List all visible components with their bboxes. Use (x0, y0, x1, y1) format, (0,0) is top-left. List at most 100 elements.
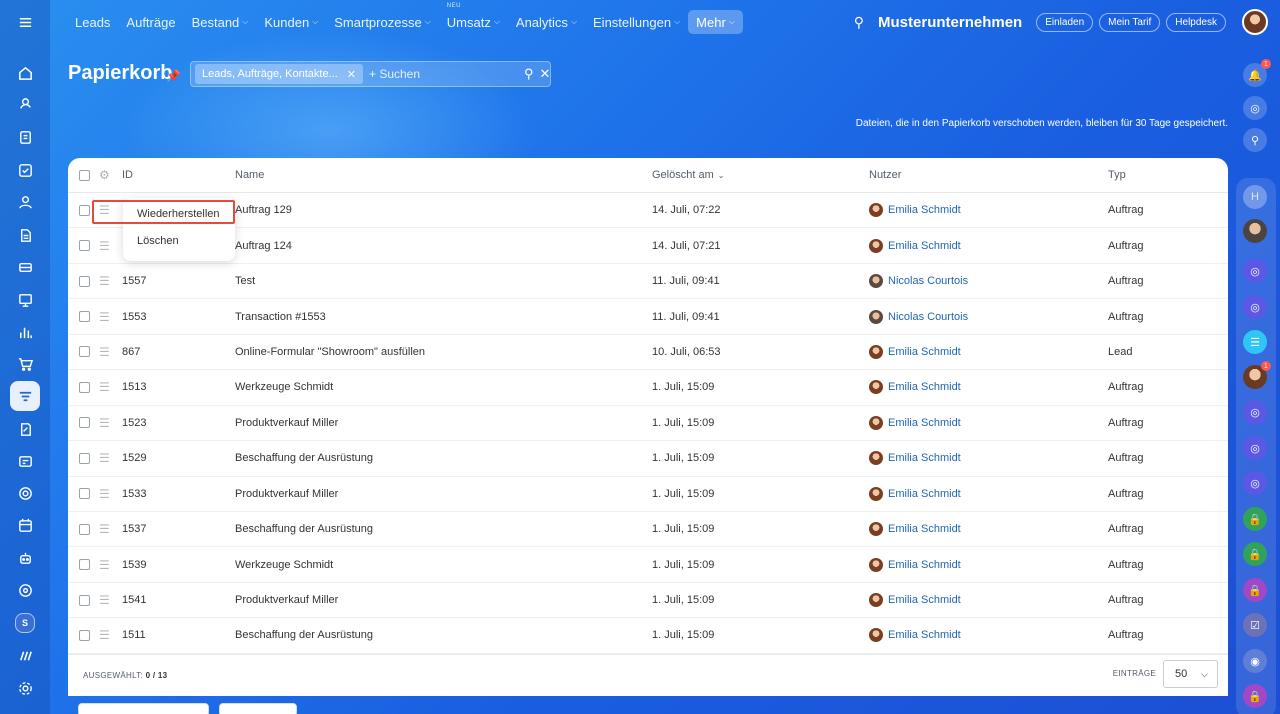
menu-icon[interactable] (10, 7, 40, 37)
row-checkbox[interactable] (79, 559, 90, 571)
lock-icon[interactable]: 🔒 (1243, 684, 1267, 708)
nav-item-smartprozesse[interactable]: Smartprozesse ⌵ (326, 10, 439, 34)
lock-icon[interactable]: 🔒 (1243, 578, 1267, 602)
restore-menu-item[interactable]: Wiederherstellen (137, 208, 220, 220)
search-icon[interactable]: ⚲ (524, 66, 534, 82)
cell-user-link[interactable]: Emilia Schmidt (888, 417, 961, 429)
row-checkbox[interactable] (79, 311, 90, 323)
header-id[interactable]: ID (122, 158, 133, 192)
inventory-icon[interactable] (10, 252, 40, 282)
notification-bell-icon[interactable]: 🔔 1 (1243, 59, 1271, 87)
chip-close-icon[interactable]: ✕ (347, 68, 356, 81)
row-menu-icon[interactable]: ☰ (99, 558, 110, 572)
task-icon[interactable] (10, 155, 40, 185)
row-menu-icon[interactable]: ☰ (99, 239, 110, 253)
row-menu-icon[interactable]: ☰ (99, 310, 110, 324)
row-checkbox[interactable] (79, 488, 90, 500)
cell-user-link[interactable]: Emilia Schmidt (888, 381, 961, 393)
row-menu-icon[interactable]: ☰ (99, 487, 110, 501)
clear-icon[interactable]: ✕ (540, 66, 551, 82)
row-menu-icon[interactable]: ☰ (99, 451, 110, 465)
header-deleted-at[interactable]: Gelöscht am ⌄ (652, 158, 724, 192)
cell-user-link[interactable]: Emilia Schmidt (888, 346, 961, 358)
table-row[interactable]: ☰ 1533 Produktverkauf Miller 1. Juli, 15:09… (68, 477, 1228, 512)
leads-icon[interactable] (10, 90, 40, 120)
table-row[interactable]: ☰ 1511 Beschaffung der Ausrüstung 1. Juli, … (68, 618, 1228, 654)
search-filter-box[interactable]: Leads, Aufträge, Kontakte... ✕ ⚲ ✕ (190, 61, 551, 87)
table-row[interactable]: ☰ 1523 Produktverkauf Miller 1. Juli, 15:09… (68, 406, 1228, 442)
cart-icon[interactable] (10, 349, 40, 379)
table-row[interactable]: ☰ 1513 Werkzeuge Schmidt 1. Juli, 15:09 Emil… (68, 370, 1228, 406)
nav-item-analytics[interactable]: Analytics ⌵ (508, 10, 585, 34)
bot-icon[interactable]: ◉ (1243, 649, 1267, 673)
chat-search-icon[interactable]: ⚲ (1243, 128, 1267, 152)
nav-item-bestand[interactable]: Bestand ⌵ (184, 10, 257, 34)
nav-item-umsatz[interactable]: NEU Umsatz ⌵ (439, 3, 508, 34)
analytics-icon[interactable] (10, 317, 40, 347)
cell-user-link[interactable]: Emilia Schmidt (888, 523, 961, 535)
activity-icon[interactable]: ◎ (1243, 96, 1267, 120)
cell-user-link[interactable]: Nicolas Courtois (888, 311, 968, 323)
row-checkbox[interactable] (79, 240, 90, 252)
row-checkbox[interactable] (79, 204, 90, 216)
cell-user-link[interactable]: Emilia Schmidt (888, 204, 961, 216)
row-checkbox[interactable] (79, 417, 90, 429)
row-menu-icon[interactable]: ☰ (99, 203, 110, 217)
contacts-icon[interactable] (10, 187, 40, 217)
row-menu-icon[interactable]: ☰ (99, 628, 110, 642)
table-row[interactable]: ☰ 867 Online-Formular "Showroom" ausfüllen… (68, 335, 1228, 371)
header-type[interactable]: Typ (1108, 158, 1126, 192)
apps-icon[interactable] (10, 640, 40, 670)
helpdesk-button[interactable]: Helpdesk (1166, 12, 1226, 32)
chat-group-icon[interactable]: ◎ (1243, 471, 1267, 495)
document-icon[interactable] (10, 122, 40, 152)
company-name[interactable]: Musterunternehmen (878, 14, 1022, 31)
nav-item-mehr[interactable]: Mehr ⌵ (688, 10, 743, 34)
row-checkbox[interactable] (79, 452, 90, 464)
row-menu-icon[interactable]: ☰ (99, 522, 110, 536)
row-menu-icon[interactable]: ☰ (99, 274, 110, 288)
table-row[interactable]: ☰ 1557 Test 11. Juli, 09:41 Nicolas Courtois… (68, 264, 1228, 300)
bottom-action-button[interactable] (219, 703, 297, 714)
calendar-icon[interactable] (10, 510, 40, 540)
message-icon[interactable]: ☰ (1243, 330, 1267, 354)
support-icon[interactable] (10, 478, 40, 508)
cell-user-link[interactable]: Emilia Schmidt (888, 488, 961, 500)
chat-group-icon[interactable]: ◎ (1243, 259, 1267, 283)
user-avatar[interactable] (1242, 9, 1268, 35)
nav-item-einstellungen[interactable]: Einstellungen ⌵ (585, 10, 688, 34)
cell-user-link[interactable]: Emilia Schmidt (888, 559, 961, 571)
chat-group-icon[interactable]: ◎ (1243, 295, 1267, 319)
header-user[interactable]: Nutzer (869, 158, 901, 192)
row-menu-icon[interactable]: ☰ (99, 380, 110, 394)
search-icon[interactable]: ⚲ (854, 14, 864, 31)
lock-icon[interactable]: 🔒 (1243, 507, 1267, 531)
row-checkbox[interactable] (79, 523, 90, 535)
table-row[interactable]: ☰ 1541 Produktverkauf Miller 1. Juli, 15:09… (68, 583, 1228, 619)
search-input[interactable] (368, 67, 524, 81)
contact-avatar-female[interactable]: 1 (1243, 361, 1271, 389)
nav-item-leads[interactable]: Leads (67, 10, 118, 34)
row-menu-icon[interactable]: ☰ (99, 593, 110, 607)
table-row[interactable]: ☰ 1537 Beschaffung der Ausrüstung 1. Juli, … (68, 512, 1228, 548)
invoice-icon[interactable] (10, 220, 40, 250)
pin-icon[interactable]: 📌 (166, 69, 181, 83)
sign-icon[interactable] (10, 414, 40, 444)
cell-user-link[interactable]: Emilia Schmidt (888, 594, 961, 606)
table-row[interactable]: ☰ 1529 Beschaffung der Ausrüstung 1. Juli, … (68, 441, 1228, 477)
row-menu-icon[interactable]: ☰ (99, 345, 110, 359)
chat-group-icon[interactable]: ◎ (1243, 436, 1267, 460)
delete-menu-item[interactable]: Löschen (137, 235, 179, 247)
entries-per-page-select[interactable]: 50 ⌵ (1163, 660, 1218, 688)
table-row[interactable]: ☰ 1539 Werkzeuge Schmidt 1. Juli, 15:09 Emil… (68, 547, 1228, 583)
home-icon[interactable] (10, 58, 40, 88)
column-settings-gear-icon[interactable]: ⚙ (99, 168, 110, 182)
cell-user-link[interactable]: Emilia Schmidt (888, 629, 961, 641)
chat-group-icon[interactable]: ◎ (1243, 400, 1267, 424)
card-icon[interactable] (10, 446, 40, 476)
invite-button[interactable]: Einladen (1036, 12, 1094, 32)
bottom-action-button[interactable] (78, 703, 209, 714)
nav-item-kunden[interactable]: Kunden ⌵ (256, 10, 326, 34)
cell-user-link[interactable]: Emilia Schmidt (888, 452, 961, 464)
table-row[interactable]: ☰ Auftrag 124 14. Juli, 07:21 Emilia Schmid… (68, 228, 1228, 264)
